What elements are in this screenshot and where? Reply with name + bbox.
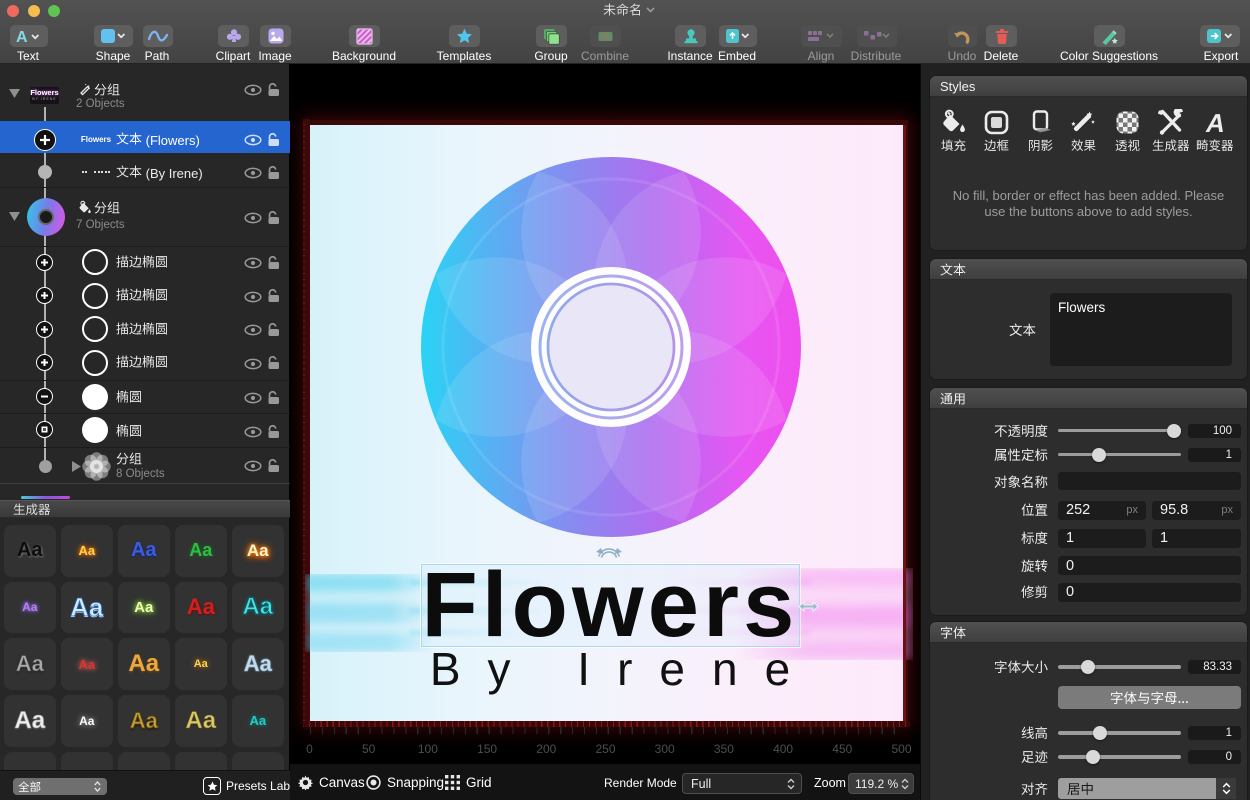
svg-text:A: A xyxy=(16,29,28,44)
